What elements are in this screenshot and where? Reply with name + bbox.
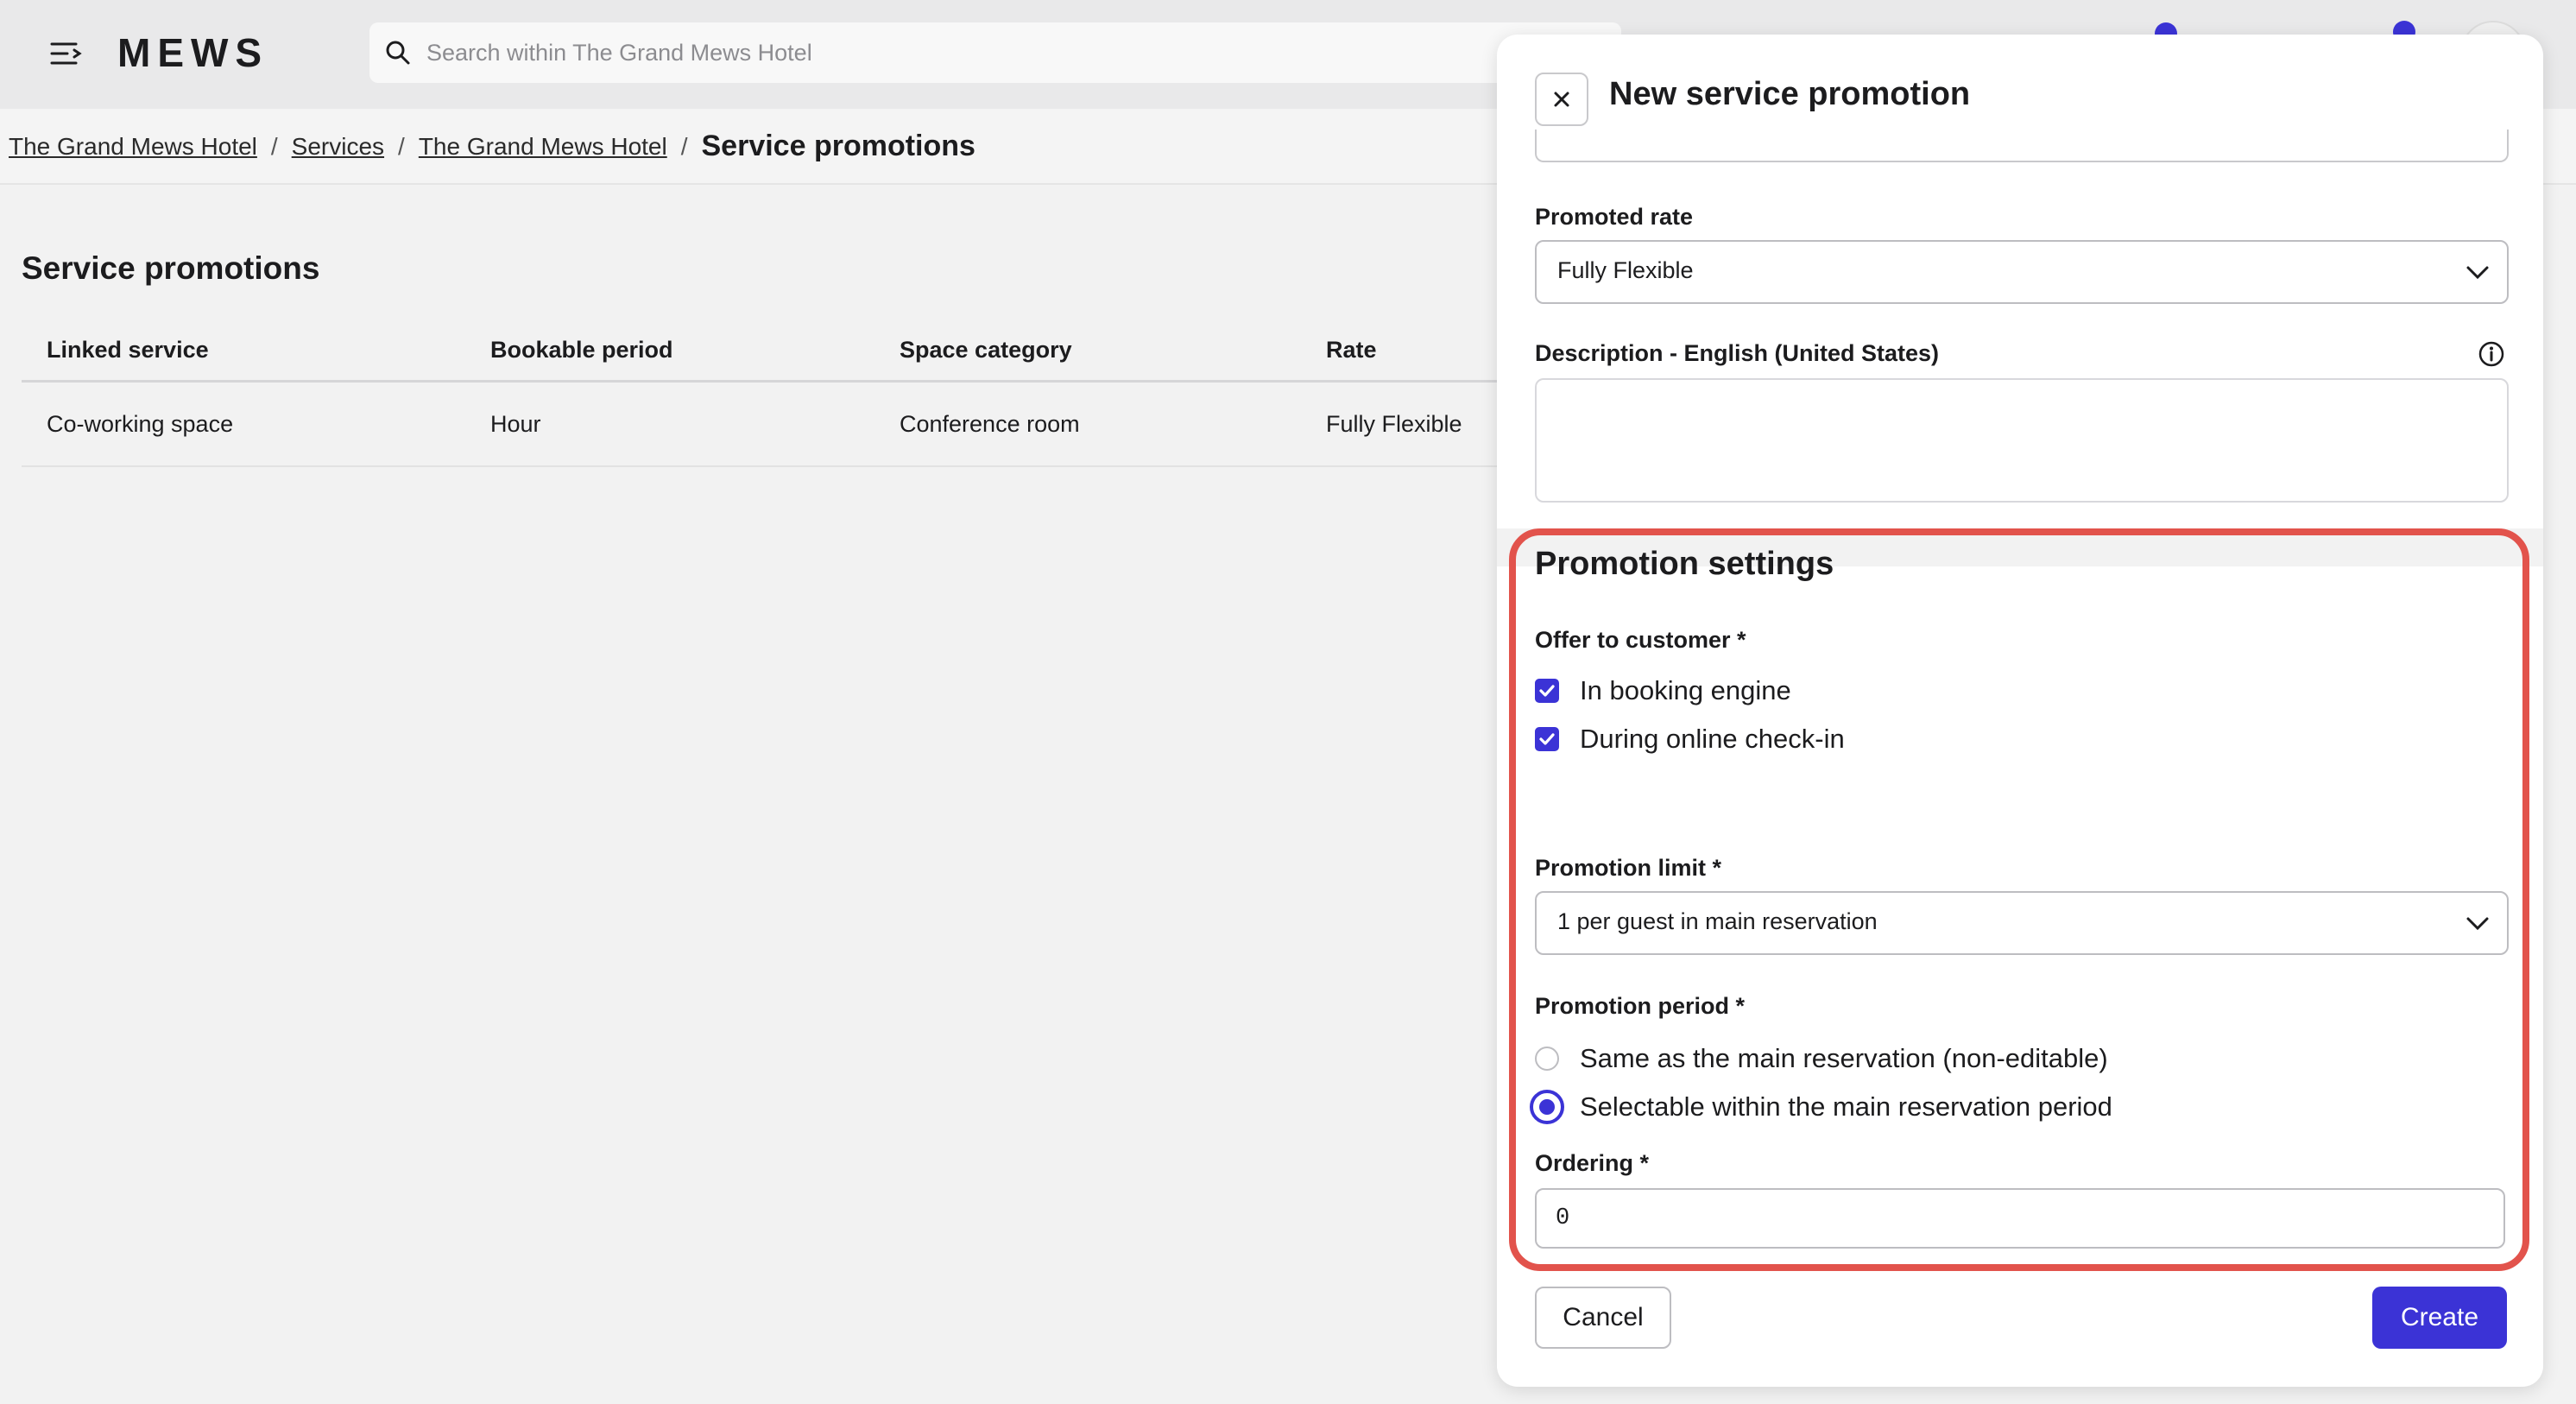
booking-engine-checkbox-row[interactable]: In booking engine <box>1535 675 1791 706</box>
breadcrumb-separator: / <box>270 132 278 160</box>
close-button[interactable] <box>1535 73 1588 126</box>
breadcrumb-separator: / <box>680 132 688 160</box>
cancel-button[interactable]: Cancel <box>1535 1287 1671 1349</box>
check-icon <box>1539 685 1555 697</box>
radio-label: Same as the main reservation (non-editab… <box>1580 1043 2108 1073</box>
check-icon <box>1539 733 1555 745</box>
mews-logo[interactable]: MEWS <box>117 29 268 76</box>
breadcrumb: The Grand Mews Hotel / Services / The Gr… <box>9 130 975 163</box>
chevron-down-icon <box>2466 917 2489 931</box>
menu-icon[interactable] <box>48 36 83 71</box>
page-title: Service promotions <box>701 130 975 162</box>
promotion-limit-label: Promotion limit * <box>1535 855 1721 881</box>
column-header[interactable]: Bookable period <box>490 319 673 380</box>
radio-label: Selectable within the main reservation p… <box>1580 1091 2112 1122</box>
info-icon[interactable] <box>2478 340 2505 368</box>
dialog-title: New service promotion <box>1609 76 1971 112</box>
promotion-period-label: Promotion period * <box>1535 993 1745 1019</box>
checkbox-checked[interactable] <box>1535 679 1559 703</box>
promotion-limit-value: 1 per guest in main reservation <box>1557 908 1878 934</box>
promoted-rate-select[interactable]: Fully Flexible <box>1535 240 2509 304</box>
table-header: Linked service Bookable period Space cat… <box>22 319 1506 383</box>
table-cell: Conference room <box>900 411 1080 437</box>
search-bar[interactable] <box>369 22 1621 83</box>
column-header[interactable]: Linked service <box>47 319 209 380</box>
breadcrumb-link[interactable]: Services <box>292 133 384 161</box>
previous-field[interactable] <box>1535 130 2509 162</box>
section-title: Service promotions <box>22 250 320 286</box>
description-label: Description - English (United States) <box>1535 340 1940 366</box>
period-selectable-radio-row[interactable]: Selectable within the main reservation p… <box>1530 1090 2112 1124</box>
radio-selected[interactable] <box>1530 1090 1564 1124</box>
breadcrumb-separator: / <box>398 132 405 160</box>
ordering-label: Ordering * <box>1535 1150 1650 1176</box>
ordering-input[interactable] <box>1535 1188 2505 1249</box>
promoted-rate-label: Promoted rate <box>1535 204 1694 230</box>
search-input[interactable] <box>425 38 1550 67</box>
checkbox-label: In booking engine <box>1580 675 1791 705</box>
new-service-promotion-dialog: New service promotion Promoted rate Full… <box>1497 35 2543 1387</box>
checkbox-label: During online check-in <box>1580 724 1845 754</box>
radio-unselected[interactable] <box>1535 1047 1559 1071</box>
offer-to-customer-label: Offer to customer * <box>1535 627 1746 653</box>
promotions-table: Linked service Bookable period Space cat… <box>22 319 1506 467</box>
search-icon <box>386 41 410 65</box>
chevron-down-icon <box>2466 266 2489 280</box>
create-button[interactable]: Create <box>2372 1287 2507 1349</box>
close-icon <box>1554 92 1569 107</box>
promotion-settings-title: Promotion settings <box>1535 546 1834 582</box>
table-cell: Hour <box>490 411 541 437</box>
promotion-limit-select[interactable]: 1 per guest in main reservation <box>1535 891 2509 955</box>
checkbox-checked[interactable] <box>1535 727 1559 751</box>
description-textarea[interactable] <box>1535 378 2509 503</box>
period-same-radio-row[interactable]: Same as the main reservation (non-editab… <box>1535 1043 2108 1074</box>
breadcrumb-link[interactable]: The Grand Mews Hotel <box>9 133 257 161</box>
table-row[interactable]: Co-working space Hour Conference room Fu… <box>22 383 1506 467</box>
table-cell: Co-working space <box>47 411 234 437</box>
column-header[interactable]: Space category <box>900 319 1072 380</box>
promoted-rate-value: Fully Flexible <box>1557 257 1694 283</box>
online-checkin-checkbox-row[interactable]: During online check-in <box>1535 724 1845 755</box>
column-header[interactable]: Rate <box>1326 319 1377 380</box>
table-cell: Fully Flexible <box>1326 411 1462 437</box>
breadcrumb-link[interactable]: The Grand Mews Hotel <box>419 133 667 161</box>
